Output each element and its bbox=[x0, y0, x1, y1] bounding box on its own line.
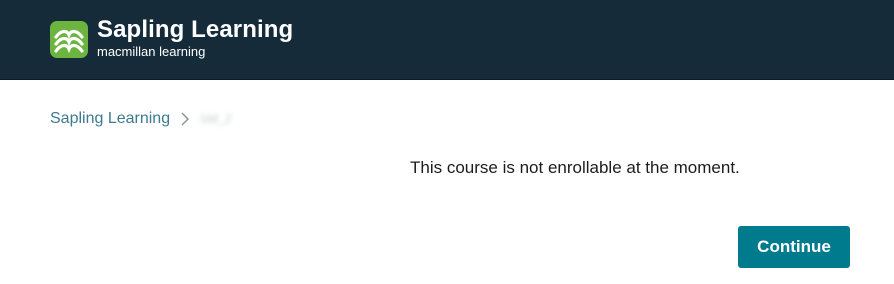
brand-subtitle: macmillan learning bbox=[97, 44, 206, 59]
sapling-logo-icon bbox=[50, 21, 88, 58]
breadcrumb-current-course: SM_2 bbox=[200, 112, 232, 126]
brand-name: Sapling Learning bbox=[97, 16, 294, 43]
app-header: Sapling Learning macmillan learning bbox=[0, 0, 894, 80]
breadcrumb-home-link[interactable]: Sapling Learning bbox=[50, 110, 170, 128]
enrollment-status-message: This course is not enrollable at the mom… bbox=[410, 158, 740, 177]
continue-button[interactable]: Continue bbox=[738, 226, 850, 268]
breadcrumb: Sapling Learning SM_2 bbox=[50, 108, 231, 130]
chevron-right-icon bbox=[181, 112, 190, 126]
